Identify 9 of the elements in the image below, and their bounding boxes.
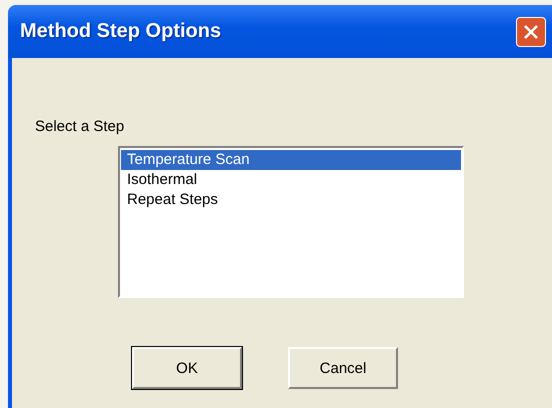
cancel-button[interactable]: Cancel <box>288 347 398 389</box>
list-item[interactable]: Repeat Steps <box>121 190 461 210</box>
close-button[interactable] <box>516 16 546 46</box>
list-item[interactable]: Isothermal <box>121 170 461 190</box>
prompt-label: Select a Step <box>35 118 126 135</box>
ok-button[interactable]: OK <box>132 347 242 389</box>
close-icon <box>522 22 540 40</box>
window-title: Method Step Options <box>20 20 222 43</box>
list-item[interactable]: Temperature Scan <box>121 150 461 170</box>
